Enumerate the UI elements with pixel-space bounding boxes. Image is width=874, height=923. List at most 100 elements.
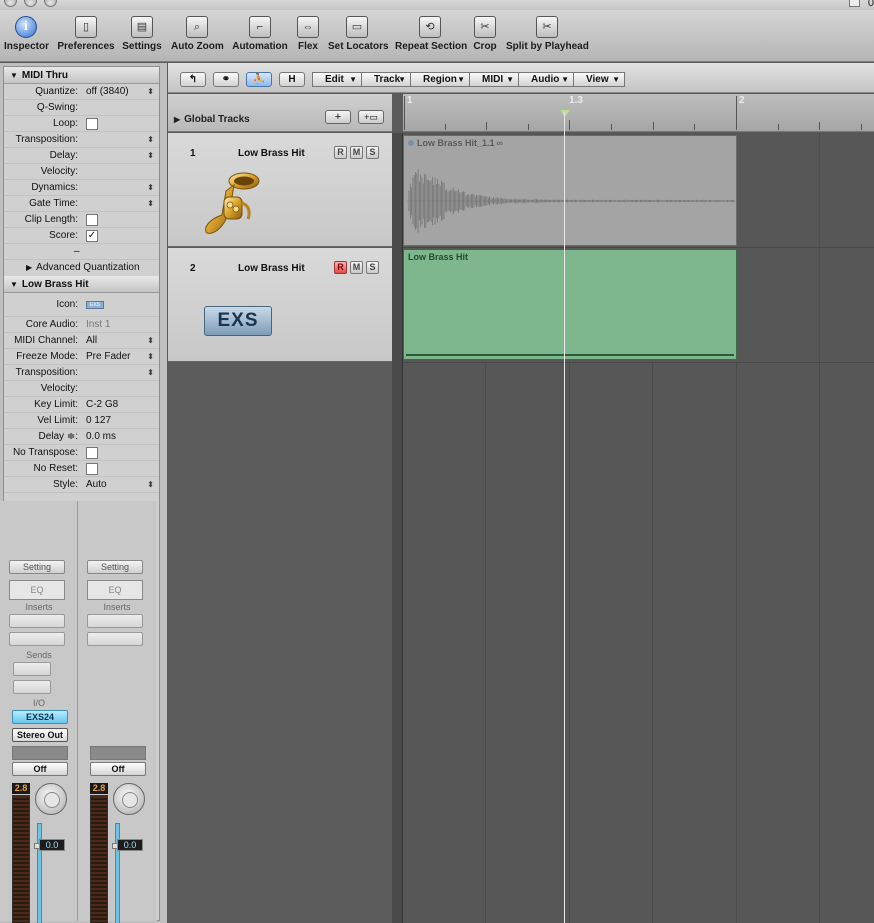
toolbar-flex-button[interactable]: ⇔ Flex [297, 16, 319, 52]
record-enable-button[interactable]: R [334, 146, 347, 159]
setting-button[interactable]: Setting [87, 560, 143, 574]
automation-mode-button[interactable]: Off [12, 762, 68, 776]
back-icon[interactable]: ↰ [180, 72, 206, 87]
hide-button[interactable]: H [279, 72, 305, 87]
parameter-checkbox[interactable] [86, 447, 98, 459]
parameter-row[interactable]: No Reset: [4, 461, 159, 477]
stepper-arrows-icon[interactable]: ⬍ [147, 365, 154, 381]
stepper-arrows-icon[interactable]: ⬍ [147, 132, 154, 148]
mute-button[interactable]: M [350, 261, 363, 274]
toolbar-split-by-playhead-button[interactable]: ✂ Split by Playhead [506, 16, 589, 52]
playhead-marker-icon[interactable] [560, 110, 570, 117]
toolbar-inspector-button[interactable]: i Inspector [4, 16, 49, 52]
midi-menu[interactable]: MIDI ▼ [469, 72, 519, 87]
edit-menu[interactable]: Edit ▼ [312, 72, 362, 87]
track-parameter-header[interactable]: ▼ Low Brass Hit [4, 276, 159, 293]
volume-value[interactable]: 0.0 [117, 839, 143, 851]
parameter-row[interactable]: Transposition: ⬍ [4, 365, 159, 381]
parameter-row[interactable]: Quantize: off (3840) ⬍ [4, 84, 159, 100]
automation-mode-button[interactable]: Off [90, 762, 146, 776]
parameter-checkbox[interactable] [86, 118, 98, 130]
eq-display[interactable]: EQ [87, 580, 143, 600]
mute-button[interactable]: M [350, 146, 363, 159]
parameter-value[interactable]: Pre Fader [86, 349, 130, 365]
parameter-value[interactable]: off (3840) [86, 84, 129, 100]
disclosure-triangle-right-icon[interactable]: ▶ [26, 260, 32, 276]
insert-slot[interactable] [9, 614, 65, 628]
toolbar-automation-button[interactable]: ⌐ Automation [232, 16, 288, 52]
bar-ruler[interactable]: 1 1.3 2 [403, 94, 874, 132]
disclosure-triangle-right-icon[interactable]: ▶ [174, 115, 180, 124]
eq-display[interactable]: EQ [9, 580, 65, 600]
parameter-row[interactable]: Delay: ⬍ [4, 148, 159, 164]
view-menu[interactable]: View ▼ [573, 72, 625, 87]
group-slot[interactable] [12, 746, 68, 760]
disclosure-triangle-down-icon[interactable]: ▼ [10, 67, 18, 84]
send-slot[interactable] [13, 662, 51, 676]
parameter-row[interactable]: Delay ≑: 0.0 ms [4, 429, 159, 445]
solo-button[interactable]: S [366, 261, 379, 274]
setting-button[interactable]: Setting [9, 560, 65, 574]
volume-fader[interactable] [115, 823, 120, 923]
pan-knob[interactable] [35, 783, 67, 815]
parameter-row[interactable]: Q-Swing: [4, 100, 159, 116]
parameter-row[interactable]: MIDI Channel: All ⬍ [4, 333, 159, 349]
group-slot[interactable] [90, 746, 146, 760]
stepper-arrows-icon[interactable]: ⬍ [147, 148, 154, 164]
global-tracks-toggle[interactable]: ▶ Global Tracks [174, 114, 250, 125]
volume-fader[interactable] [37, 823, 42, 923]
parameter-checkbox[interactable] [86, 463, 98, 475]
parameter-row[interactable]: Clip Length: [4, 212, 159, 228]
parameter-row[interactable]: Transposition: ⬍ [4, 132, 159, 148]
parameter-value[interactable]: Inst 1 [86, 317, 110, 333]
track-header[interactable]: 2 Low Brass Hit R M S EXS [168, 248, 392, 362]
midi-region[interactable]: Low Brass Hit [403, 249, 737, 360]
volume-value[interactable]: 0.0 [39, 839, 65, 851]
folder-track-button[interactable]: +▭ [358, 110, 384, 124]
parameter-row[interactable]: Score: ✓ [4, 228, 159, 244]
parameter-row[interactable]: Freeze Mode: Pre Fader ⬍ [4, 349, 159, 365]
output-button[interactable]: Stereo Out [12, 728, 68, 742]
parameter-row[interactable]: Loop: [4, 116, 159, 132]
minimize-window-button[interactable] [24, 0, 37, 7]
region-parameter-header[interactable]: ▼ MIDI Thru [4, 67, 159, 84]
parameter-row[interactable]: No Transpose: [4, 445, 159, 461]
parameter-row[interactable]: Vel Limit: 0 127 [4, 413, 159, 429]
stepper-arrows-icon[interactable]: ⬍ [147, 180, 154, 196]
insert-slot[interactable] [87, 632, 143, 646]
toolbar-settings-button[interactable]: ▤ Settings [122, 16, 162, 52]
send-slot[interactable] [13, 680, 51, 694]
disclosure-triangle-down-icon[interactable]: ▼ [10, 276, 18, 293]
track-header[interactable]: 1 Low Brass Hit R M S [168, 133, 392, 247]
track-name[interactable]: Low Brass Hit [238, 148, 305, 159]
solo-button[interactable]: S [366, 146, 379, 159]
toolbar-crop-button[interactable]: ✂ Crop [473, 16, 497, 52]
pan-knob[interactable] [113, 783, 145, 815]
parameter-value[interactable]: Auto [86, 477, 107, 493]
stepper-arrows-icon[interactable]: ⬍ [147, 84, 154, 100]
toolbar-toggle-button[interactable] [849, 0, 860, 7]
toolbar-set-locators-button[interactable]: ▭ Set Locators [328, 16, 389, 52]
track-menu[interactable]: Track ▼ [361, 72, 411, 87]
stepper-arrows-icon[interactable]: ⬍ [147, 333, 154, 349]
parameter-row[interactable]: Core Audio: Inst 1 [4, 317, 159, 333]
arrange-area[interactable]: Low Brass Hit_1.1 ∞ Low Brass Hit [392, 133, 874, 923]
audio-region[interactable]: Low Brass Hit_1.1 ∞ [403, 135, 737, 246]
parameter-row[interactable]: Gate Time: ⬍ [4, 196, 159, 212]
track-name[interactable]: Low Brass Hit [238, 263, 305, 274]
insert-slot[interactable] [87, 614, 143, 628]
close-window-button[interactable] [4, 0, 17, 7]
parameter-row[interactable]: Style: Auto ⬍ [4, 477, 159, 493]
parameter-row[interactable]: Key Limit: C-2 G8 [4, 397, 159, 413]
link-icon[interactable]: ⚭ [213, 72, 239, 87]
parameter-row[interactable]: Velocity: [4, 381, 159, 397]
catch-playhead-icon[interactable]: ⛹ [246, 72, 272, 87]
parameter-value[interactable]: All [86, 333, 97, 349]
playhead-line[interactable] [564, 112, 565, 923]
insert-slot[interactable] [9, 632, 65, 646]
region-menu[interactable]: Region ▼ [410, 72, 470, 87]
toolbar-preferences-button[interactable]: ▯ Preferences [57, 16, 115, 52]
zoom-window-button[interactable] [44, 0, 57, 7]
add-track-button[interactable]: + [325, 110, 351, 124]
advanced-quantization-row[interactable]: ▶ Advanced Quantization [4, 260, 159, 276]
